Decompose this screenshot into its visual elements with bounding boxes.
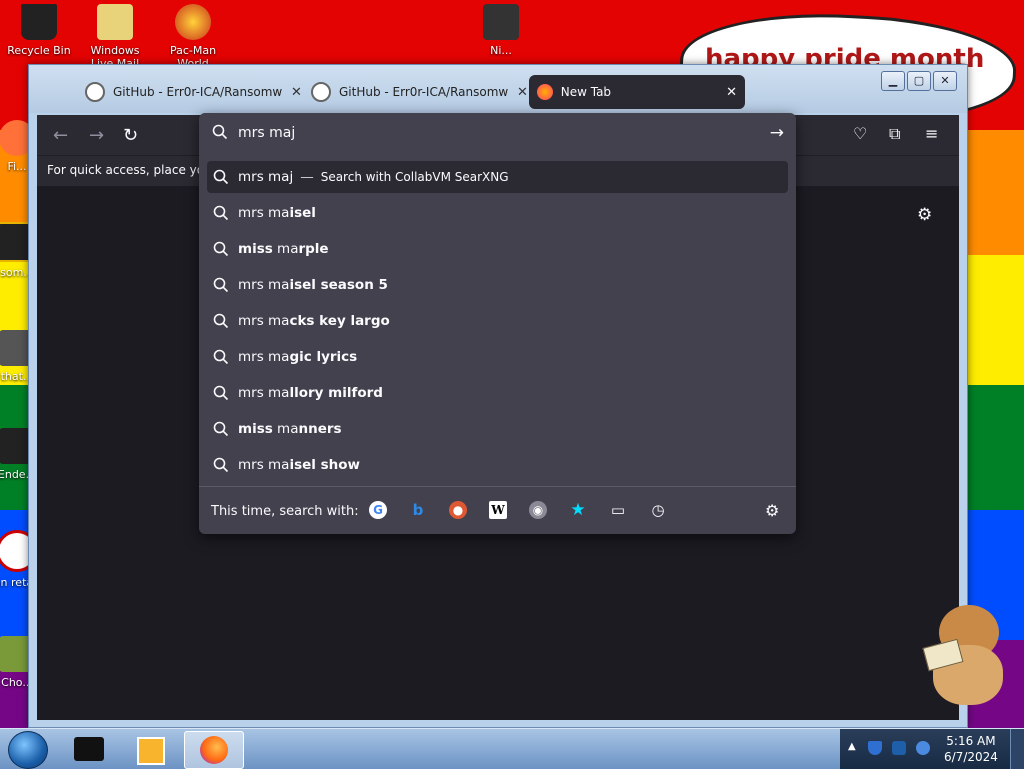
show-hidden-icons-icon[interactable]: ▲ [848,741,856,752]
desktop-icon-windows-live-mail[interactable]: Windows Live Mail [80,4,150,70]
clock-time: 5:16 AM [946,734,996,748]
github-icon [311,82,331,102]
volume-icon[interactable] [916,741,930,755]
close-tab-icon[interactable]: ✕ [726,85,737,100]
search-icon [213,385,229,401]
search-settings-gear-icon[interactable]: ⚙ [765,501,779,520]
firefox-icon [200,736,228,764]
document-icon [483,4,519,40]
search-icon [213,349,229,365]
network-icon[interactable] [892,741,906,755]
urlbar-dropdown: mrs maj → mrs maj — Search with CollabVM… [199,113,796,534]
firefox-icon [537,84,553,100]
show-desktop-button[interactable] [1010,729,1024,769]
tab-github-1[interactable]: GitHub - Err0r-ICA/Ransomware ✕ [85,75,302,109]
search-icon [213,205,229,221]
menu-icon[interactable]: ≡ [925,124,938,143]
clock-date: 6/7/2024 [944,750,998,764]
clock[interactable]: 5:16 AM 6/7/2024 [944,733,998,765]
suggestion-item[interactable]: mrs ma cks key largo [207,305,788,337]
tabs-icon[interactable]: ▭ [609,501,627,519]
tab-new-tab[interactable]: New Tab ✕ [529,75,745,109]
hamster-image [922,605,1005,705]
taskbar-item-media-player[interactable] [122,731,180,767]
close-button[interactable]: ✕ [933,71,957,91]
search-icon [213,313,229,329]
reload-icon[interactable]: ↻ [123,125,138,146]
suggestion-item[interactable]: mrs ma isel season 5 [207,269,788,301]
desktop-icon-ni[interactable]: Ni... [466,4,536,57]
bing-icon[interactable]: b [409,501,427,519]
search-icon [213,421,229,437]
history-clock-icon[interactable]: ◷ [649,501,667,519]
searxng-icon[interactable]: ◉ [529,501,547,519]
recycle-bin-icon [21,4,57,40]
tab-strip: GitHub - Err0r-ICA/Ransomware ✕ GitHub -… [29,65,967,113]
pocket-icon[interactable]: ♡ [853,124,867,143]
pac-man-icon [175,4,211,40]
wikipedia-icon[interactable]: W [489,501,507,519]
close-tab-icon[interactable]: ✕ [291,85,302,100]
google-icon[interactable]: G [369,501,387,519]
suggestion-item[interactable]: mrs ma llory milford [207,377,788,409]
terminal-icon [74,737,104,761]
window-controls: ▁ ▢ ✕ [881,71,957,91]
bookmarks-star-icon[interactable]: ★ [569,500,587,520]
taskbar: ▲ 5:16 AM 6/7/2024 [0,728,1024,769]
search-icon [213,277,229,293]
mail-icon [97,4,133,40]
minimize-button[interactable]: ▁ [881,71,905,91]
suggestion-item[interactable]: mrs ma gic lyrics [207,341,788,373]
search-icon [213,241,229,257]
taskbar-item-firefox[interactable] [184,731,244,769]
start-button[interactable] [8,731,48,769]
desktop-icon-pac-man[interactable]: Pac-Man World [158,4,228,70]
tab-github-2[interactable]: GitHub - Err0r-ICA/Ransomware ✕ [311,75,528,109]
back-arrow-icon[interactable]: ← [53,125,68,146]
close-tab-icon[interactable]: ✕ [517,85,528,100]
taskbar-item-terminal[interactable] [60,731,118,767]
one-off-label: This time, search with: [211,504,359,519]
suggestion-item[interactable]: miss ma rple [207,233,788,265]
urlbar-text[interactable]: mrs maj [238,125,295,141]
security-shield-icon[interactable] [868,741,882,755]
forward-arrow-icon[interactable]: → [89,125,104,146]
github-icon [85,82,105,102]
search-icon [212,124,228,140]
suggestion-item[interactable]: miss ma nners [207,413,788,445]
search-icon [213,457,229,473]
search-result-heuristic[interactable]: mrs maj — Search with CollabVM SearXNG [207,161,788,193]
newtab-settings-gear-icon[interactable]: ⚙ [917,205,932,225]
one-off-search-bar: This time, search with: G b ● W ◉ ★ ▭ ◷ … [199,486,796,535]
suggestion-item[interactable]: mrs ma isel show [207,449,788,481]
go-arrow-icon[interactable]: → [770,123,784,143]
urlbar-input[interactable]: mrs maj → [199,113,796,153]
extensions-icon[interactable]: ⧉ [889,124,900,144]
maximize-button[interactable]: ▢ [907,71,931,91]
duckduckgo-icon[interactable]: ● [449,501,467,519]
desktop-icon-recycle-bin[interactable]: Recycle Bin [4,4,74,57]
search-icon [213,169,229,185]
media-player-icon [137,737,165,765]
suggestion-item[interactable]: mrs ma isel [207,197,788,229]
